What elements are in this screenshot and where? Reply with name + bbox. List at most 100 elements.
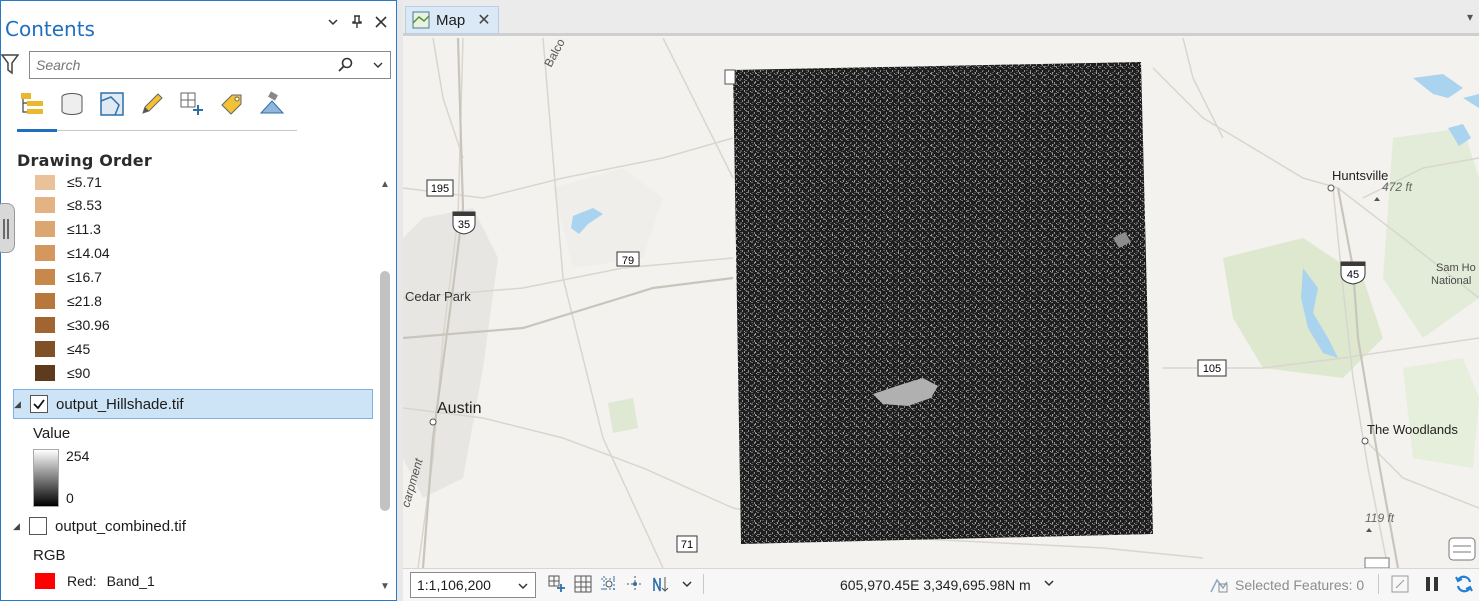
svg-text:79: 79 bbox=[622, 255, 634, 267]
road-shield-us-71: 71 bbox=[676, 535, 698, 553]
list-by-selection-icon[interactable] bbox=[99, 89, 125, 119]
scroll-thumb[interactable] bbox=[380, 271, 390, 511]
svg-text:45: 45 bbox=[1347, 269, 1359, 281]
drawing-order-heading: Drawing Order bbox=[17, 151, 152, 170]
road-shield-us-79: 79 bbox=[616, 251, 640, 267]
expand-collapse-icon[interactable]: ◢ bbox=[14, 399, 26, 410]
selected-features-indicator[interactable]: Selected Features: 0 bbox=[1209, 576, 1364, 594]
pane-controls bbox=[326, 15, 388, 34]
dynamic-constraints-icon[interactable] bbox=[599, 574, 619, 594]
refresh-icon[interactable] bbox=[1453, 573, 1475, 595]
search-field[interactable] bbox=[29, 51, 391, 79]
elevation-label-472: 472 ft bbox=[1382, 180, 1413, 194]
north-arrow-icon[interactable] bbox=[651, 574, 671, 594]
pane-options-chevron-icon[interactable] bbox=[326, 15, 340, 34]
search-dropdown-chevron-icon[interactable] bbox=[372, 58, 384, 76]
coordinate-format-chevron-icon[interactable] bbox=[1043, 577, 1055, 592]
tab-list-chevron-icon[interactable]: ▾ bbox=[1467, 10, 1473, 24]
band-item: Red: Band_1 bbox=[35, 572, 155, 590]
place-label-austin: Austin bbox=[437, 400, 481, 417]
city-point-huntsville bbox=[1327, 184, 1335, 192]
legend-label: ≤11.3 bbox=[67, 221, 101, 237]
legend-item: ≤16.7 bbox=[35, 268, 102, 286]
filter-icon[interactable] bbox=[0, 53, 20, 75]
contents-scrollbar[interactable]: ▲ ▼ bbox=[378, 175, 392, 599]
contents-pane: Contents Search Drawing Order ≤5.71 ≤8.5… bbox=[0, 0, 397, 601]
separator bbox=[1378, 574, 1379, 594]
chevron-down-icon[interactable] bbox=[677, 574, 697, 594]
chevron-down-icon bbox=[517, 579, 529, 595]
legend-item: ≤5.71 bbox=[35, 175, 102, 191]
list-by-drawing-order-icon[interactable] bbox=[19, 89, 45, 119]
band-swatch bbox=[35, 573, 55, 589]
search-icon[interactable] bbox=[338, 57, 354, 78]
legend-swatch bbox=[35, 317, 55, 333]
expand-collapse-icon[interactable]: ◢ bbox=[13, 521, 25, 532]
band-channel: Red: bbox=[67, 573, 97, 589]
layer-item-output-combined[interactable]: ◢ output_combined.tif bbox=[13, 511, 373, 541]
legend-item: ≤21.8 bbox=[35, 292, 102, 310]
legend-item: ≤8.53 bbox=[35, 196, 102, 214]
legend-swatch bbox=[35, 365, 55, 381]
layer-item-output-hillshade[interactable]: ◢ output_Hillshade.tif bbox=[13, 389, 373, 419]
scale-select[interactable]: 1:1,106,200 bbox=[410, 572, 536, 598]
layer-symbology-field: RGB bbox=[33, 547, 66, 564]
legend-label: ≤8.53 bbox=[67, 197, 102, 213]
list-by-perspective-imagery-icon[interactable] bbox=[259, 89, 285, 119]
list-by-editing-icon[interactable] bbox=[139, 89, 165, 119]
legend-item: ≤30.96 bbox=[35, 316, 110, 334]
snapping-icon[interactable] bbox=[625, 574, 645, 594]
map-view: Map ✕ ▾ 195 35 79 45 105 71 Cedar Park A… bbox=[403, 0, 1479, 601]
map-icon bbox=[412, 11, 430, 29]
place-label-huntsville: Huntsville bbox=[1332, 168, 1388, 183]
legend-item: ≤14.04 bbox=[35, 244, 110, 262]
layer-visibility-checkbox[interactable] bbox=[30, 395, 48, 413]
stretch-color-ramp bbox=[33, 449, 59, 507]
toolbar-selected-indicator bbox=[17, 129, 57, 132]
legend-label: ≤16.7 bbox=[67, 269, 102, 285]
legend-swatch bbox=[35, 269, 55, 285]
map-corner-widget-icon[interactable] bbox=[1448, 537, 1476, 561]
table-icon[interactable] bbox=[1389, 573, 1411, 595]
legend-item: ≤45 bbox=[35, 340, 90, 358]
pane-resize-handle[interactable] bbox=[0, 203, 15, 253]
road-shield-i-35: 35 bbox=[452, 211, 476, 235]
list-by-labeling-icon[interactable] bbox=[219, 89, 245, 119]
legend-swatch bbox=[35, 341, 55, 357]
add-map-grid-icon[interactable] bbox=[547, 574, 567, 594]
layer-name: output_combined.tif bbox=[55, 517, 186, 535]
place-label-cedar-park: Cedar Park bbox=[405, 289, 471, 304]
legend-item: ≤11.3 bbox=[35, 220, 101, 238]
legend-label: ≤5.71 bbox=[67, 175, 102, 190]
view-tab-bar: Map ✕ ▾ bbox=[403, 0, 1479, 36]
tab-map[interactable]: Map ✕ bbox=[405, 6, 499, 34]
separator bbox=[703, 574, 704, 594]
elevation-label-119: 119 ft bbox=[1365, 511, 1395, 525]
band-name: Band_1 bbox=[106, 573, 155, 589]
city-point-austin bbox=[429, 418, 437, 426]
pin-icon[interactable] bbox=[350, 15, 364, 34]
scroll-down-icon[interactable]: ▼ bbox=[378, 581, 392, 595]
search-input[interactable] bbox=[30, 52, 330, 78]
ramp-min-label: 0 bbox=[66, 490, 74, 506]
place-label-the-woodlands: The Woodlands bbox=[1367, 422, 1458, 437]
map-shield-partial bbox=[1364, 557, 1390, 568]
road-shield-i-45: 45 bbox=[1340, 261, 1366, 285]
list-by-snapping-icon[interactable] bbox=[179, 89, 205, 119]
legend-swatch bbox=[35, 221, 55, 237]
scroll-up-icon[interactable]: ▲ bbox=[378, 179, 392, 193]
svg-text:35: 35 bbox=[458, 219, 470, 231]
legend-label: ≤21.8 bbox=[67, 293, 102, 309]
pause-drawing-icon[interactable] bbox=[1421, 573, 1443, 595]
layer-symbology-field: Value bbox=[33, 425, 71, 442]
close-icon[interactable] bbox=[374, 15, 388, 34]
road-shield-us-105: 105 bbox=[1197, 359, 1227, 377]
legend-label: ≤90 bbox=[67, 365, 91, 381]
layer-visibility-checkbox[interactable] bbox=[29, 517, 47, 535]
map-canvas[interactable]: 195 35 79 45 105 71 Cedar Park Austin Hu… bbox=[403, 38, 1479, 568]
list-by-source-icon[interactable] bbox=[59, 89, 85, 119]
close-tab-icon[interactable]: ✕ bbox=[477, 10, 490, 30]
svg-text:71: 71 bbox=[681, 539, 693, 551]
grid-icon[interactable] bbox=[573, 574, 593, 594]
toolbar-divider bbox=[17, 130, 297, 131]
